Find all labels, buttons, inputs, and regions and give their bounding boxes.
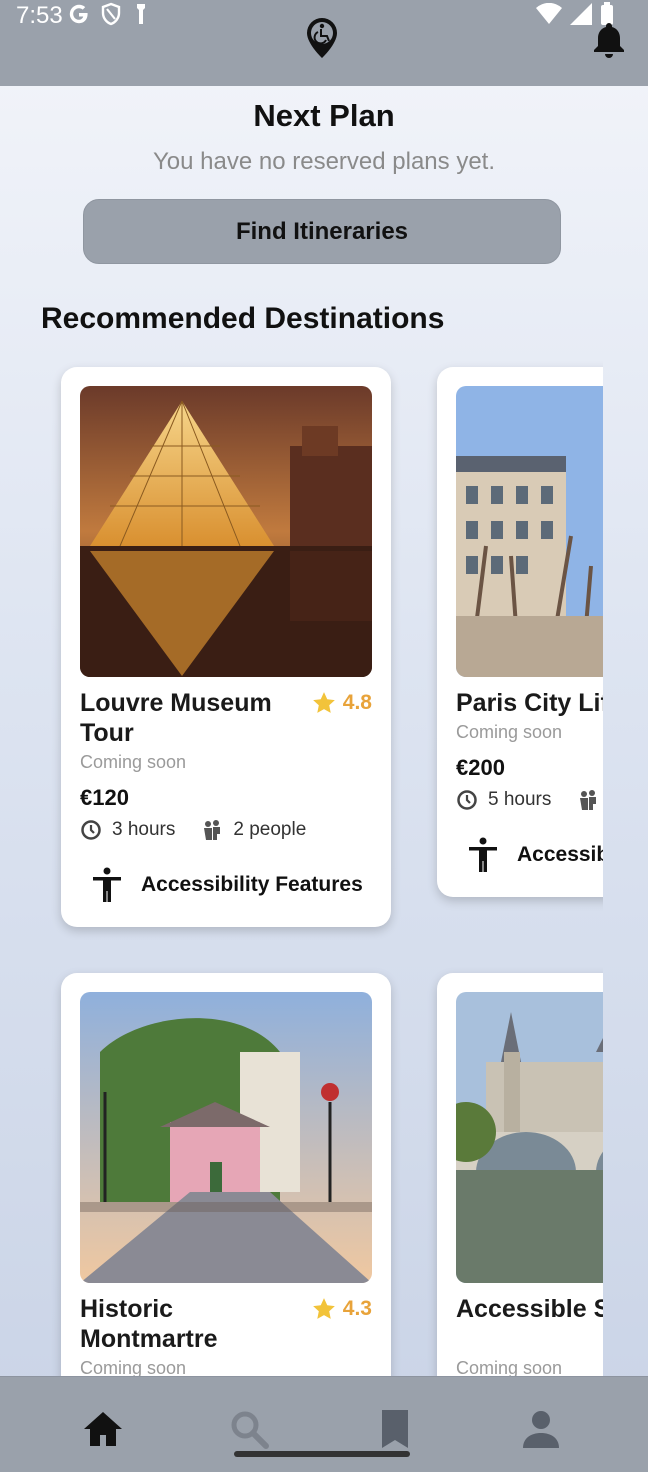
card-price: €120 xyxy=(80,785,129,810)
wifi-icon xyxy=(536,3,562,24)
card-status: Coming soon xyxy=(456,1358,563,1376)
duration: 3 hours xyxy=(112,819,176,840)
paris-city-photo xyxy=(456,386,603,677)
nav-saved[interactable] xyxy=(373,1407,417,1451)
home-icon xyxy=(84,1412,122,1446)
bottom-navigation xyxy=(0,1376,648,1472)
recommended-destinations-title: Recommended Destinations xyxy=(41,302,445,335)
nav-home[interactable] xyxy=(81,1407,125,1451)
destination-card-paris-city[interactable]: Paris City Lif Coming soon €200 5 hours … xyxy=(437,367,603,897)
card-status: Coming soon xyxy=(80,1358,187,1376)
card-status: Coming soon xyxy=(80,752,187,772)
card-title: Paris City Lif xyxy=(456,689,603,717)
star-icon xyxy=(312,692,335,713)
status-time: 7:53 xyxy=(16,2,63,29)
accessibility-icon xyxy=(93,867,121,902)
rating-value: 4.8 xyxy=(342,691,372,714)
rating-value: 4.3 xyxy=(342,1297,372,1320)
card-status: Coming soon xyxy=(456,722,563,742)
duration: 5 hours xyxy=(488,789,552,810)
montmartre-photo xyxy=(80,992,372,1283)
card-title: Historic Montmartre xyxy=(80,1295,218,1353)
card-rating: 4.3 xyxy=(311,1296,372,1322)
destination-card-river-cruise[interactable]: Accessible S River Cruise Coming soon xyxy=(437,973,603,1376)
river-cruise-photo xyxy=(456,992,603,1283)
accessibility-label: Accessibility Features xyxy=(141,873,363,896)
next-plan-subtitle: You have no reserved plans yet. xyxy=(152,148,495,175)
shield-icon xyxy=(101,2,121,26)
destination-card-montmartre[interactable]: Historic Montmartre 4.3 Coming soon xyxy=(61,973,391,1376)
destination-card-louvre[interactable]: Louvre Museum Tour 4.8 Coming soon €120 … xyxy=(61,367,391,927)
next-plan-title: Next Plan xyxy=(253,98,395,133)
card-rating: 4.8 xyxy=(311,690,372,716)
bell-icon[interactable] xyxy=(592,20,626,60)
nav-profile[interactable] xyxy=(519,1407,563,1451)
destinations-grid: Louvre Museum Tour 4.8 Coming soon €120 … xyxy=(0,340,603,1376)
status-icons-left xyxy=(68,2,150,26)
search-icon xyxy=(231,1411,269,1449)
home-indicator xyxy=(234,1451,410,1457)
people-count: 2 people xyxy=(233,819,307,840)
card-meta: 3 hours 2 people xyxy=(80,819,306,841)
louvre-photo xyxy=(80,386,372,677)
card-price: €200 xyxy=(456,755,505,780)
bookmark-icon xyxy=(382,1410,408,1448)
card-title: Louvre Museum Tour xyxy=(80,689,272,747)
wheelchair-pin-logo xyxy=(307,18,337,58)
accessibility-features[interactable]: Accessibility Features xyxy=(91,867,363,903)
accessibility-features[interactable]: Accessib xyxy=(467,837,603,873)
google-icon xyxy=(69,4,88,24)
star-icon xyxy=(312,1298,335,1319)
nav-search[interactable] xyxy=(227,1407,271,1451)
clock-icon xyxy=(81,820,101,840)
status-header: 7:53 xyxy=(0,0,648,86)
signal-icon xyxy=(570,3,592,25)
card-meta: 5 hours xyxy=(456,789,599,811)
card-title: Accessible S River Cruise xyxy=(456,1295,603,1323)
clock-icon xyxy=(457,790,477,810)
people-icon xyxy=(204,820,221,840)
accessibility-icon xyxy=(469,837,497,872)
accessibility-label: Accessib xyxy=(517,843,603,866)
tag-icon xyxy=(137,4,145,24)
person-icon xyxy=(523,1411,559,1448)
people-icon xyxy=(580,790,597,810)
find-itineraries-button[interactable]: Find Itineraries xyxy=(83,199,561,264)
